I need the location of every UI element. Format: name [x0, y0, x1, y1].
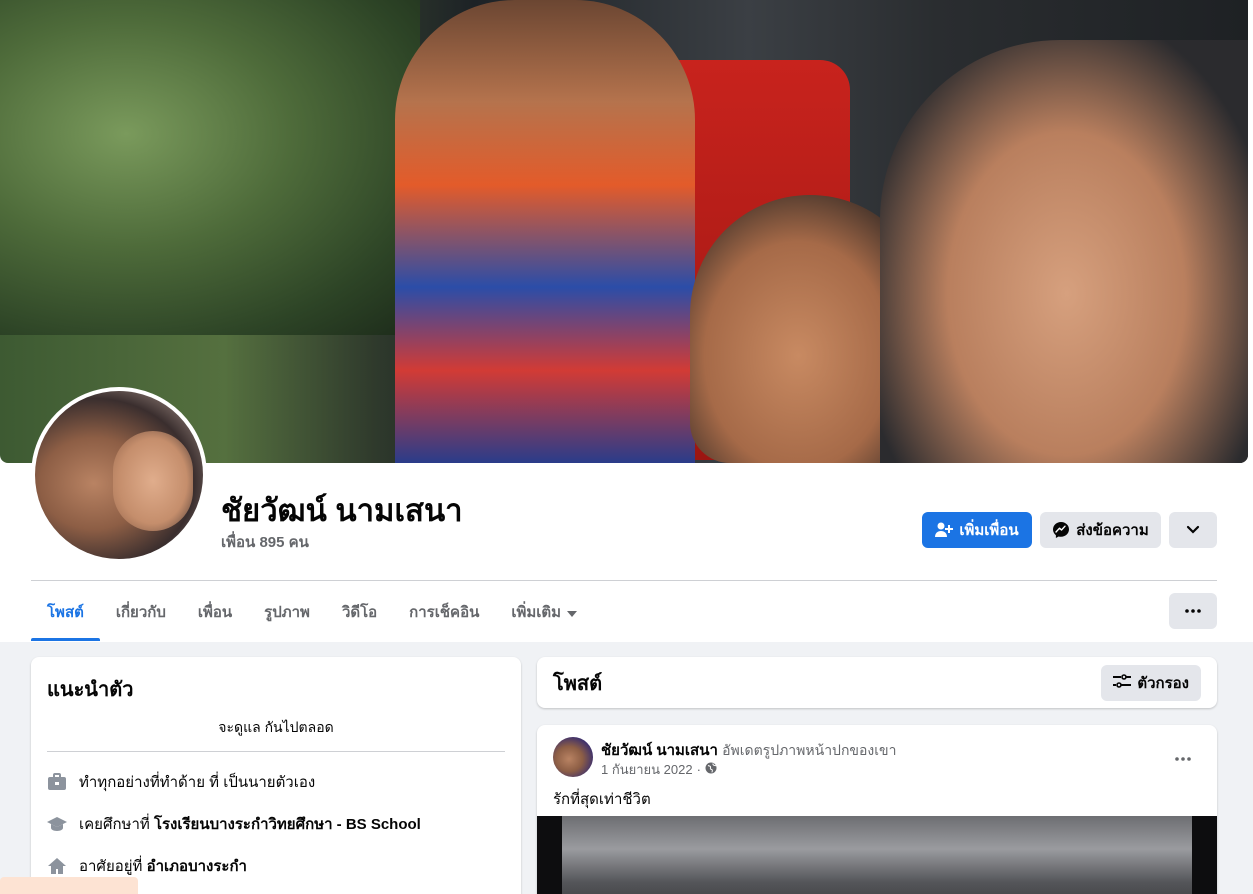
- tab-friends[interactable]: เพื่อน: [182, 583, 248, 641]
- add-friend-button[interactable]: เพิ่มเพื่อน: [922, 512, 1032, 548]
- tab-friends-label: เพื่อน: [197, 604, 233, 621]
- message-button[interactable]: ส่งข้อความ: [1040, 512, 1161, 548]
- filter-label: ตัวกรอง: [1137, 674, 1189, 692]
- intro-education-row: เคยศึกษาที่ โรงเรียนบางระกำวิทยศึกษา - B…: [47, 812, 505, 836]
- chat-popup-edge[interactable]: [0, 877, 138, 894]
- intro-lives-row: อาศัยอยู่ที่ อำเภอบางระกำ: [47, 854, 505, 878]
- intro-title: แนะนำตัว: [47, 679, 134, 701]
- tab-photos[interactable]: รูปภาพ: [248, 583, 326, 641]
- post-author-name[interactable]: ชัยวัฒน์ นามเสนา: [601, 742, 718, 759]
- tab-checkins-label: การเช็คอิน: [409, 604, 480, 621]
- intro-lives-text: อาศัยอยู่ที่ อำเภอบางระกำ: [79, 854, 247, 878]
- intro-work-row: ทำทุกอย่างที่ทำด้าย ที่ เป็นนายตัวเอง: [47, 770, 505, 794]
- profile-avatar[interactable]: [31, 387, 207, 563]
- cover-child-standing: [395, 0, 695, 463]
- intro-lives-prefix: อาศัยอยู่ที่: [79, 858, 143, 875]
- profile-tabs: โพสต์ เกี่ยวกับ เพื่อน รูปภาพ วิดีโอ การ…: [31, 583, 593, 641]
- graduation-cap-icon: [47, 814, 67, 834]
- home-icon: [47, 856, 67, 876]
- posts-title: โพสต์: [553, 672, 603, 695]
- tab-videos[interactable]: วิดีโอ: [326, 583, 393, 641]
- more-options-button[interactable]: [1169, 512, 1217, 548]
- post-menu-button[interactable]: [1165, 739, 1201, 775]
- profile-header: ชัยวัฒน์ นามเสนา เพื่อน 895 คน เพิ่มเพื่…: [0, 0, 1253, 642]
- add-friend-label: เพิ่มเพื่อน: [959, 522, 1019, 539]
- globe-icon: [705, 762, 717, 777]
- cover-window-scene: [0, 0, 420, 335]
- intro-bio: จะดูแล กันไปตลอด: [47, 717, 505, 752]
- tabs-more-button[interactable]: [1169, 593, 1217, 629]
- post-author-avatar[interactable]: [553, 737, 593, 777]
- cover-man-face: [880, 40, 1248, 463]
- tab-posts[interactable]: โพสต์: [31, 583, 100, 641]
- post-action-text: อัพเดตรูปภาพหน้าปกของเขา: [722, 742, 897, 758]
- intro-education-school[interactable]: โรงเรียนบางระกำวิทยศึกษา - BS School: [154, 816, 421, 833]
- filter-button[interactable]: ตัวกรอง: [1101, 664, 1201, 701]
- post-meta: 1 กันยายน 2022 ·: [601, 759, 717, 780]
- cover-photo[interactable]: [0, 0, 1248, 463]
- tab-videos-label: วิดีโอ: [341, 604, 378, 621]
- intro-education-prefix: เคยศึกษาที่: [79, 816, 150, 833]
- header-divider: [31, 580, 1217, 581]
- caret-down-icon: [567, 604, 578, 621]
- friend-count[interactable]: เพื่อน 895 คน: [221, 530, 309, 554]
- intro-education-text: เคยศึกษาที่ โรงเรียนบางระกำวิทยศึกษา - B…: [79, 812, 421, 836]
- profile-avatar-photo: [35, 391, 203, 559]
- filter-icon: [1113, 673, 1132, 692]
- post-image[interactable]: [537, 816, 1217, 894]
- profile-name: ชัยวัฒน์ นามเสนา: [221, 493, 463, 528]
- tab-about[interactable]: เกี่ยวกับ: [100, 583, 182, 641]
- intro-lives-place[interactable]: อำเภอบางระกำ: [147, 858, 247, 875]
- tab-more-label: เพิ่มเติม: [511, 604, 562, 621]
- post-image-photo: [562, 816, 1192, 894]
- posts-header-card: โพสต์ ตัวกรอง: [537, 657, 1217, 708]
- tab-about-label: เกี่ยวกับ: [115, 604, 166, 621]
- post-date[interactable]: 1 กันยายน 2022: [601, 759, 693, 780]
- chevron-down-icon: [1186, 525, 1200, 535]
- message-label: ส่งข้อความ: [1076, 522, 1149, 539]
- post-card: ชัยวัฒน์ นามเสนา อัพเดตรูปภาพหน้าปกของเข…: [537, 725, 1217, 894]
- ellipsis-icon: [1175, 748, 1191, 766]
- intro-work-text: ทำทุกอย่างที่ทำด้าย ที่ เป็นนายตัวเอง: [79, 774, 316, 791]
- post-text: รักที่สุดเท่าชีวิต: [553, 791, 651, 808]
- add-person-icon: [935, 522, 954, 538]
- intro-card: แนะนำตัว จะดูแล กันไปตลอด ทำทุกอย่างที่ท…: [31, 657, 521, 894]
- tab-checkins[interactable]: การเช็คอิน: [393, 583, 495, 641]
- messenger-icon: [1052, 521, 1070, 539]
- tab-posts-label: โพสต์: [47, 604, 84, 621]
- briefcase-icon: [47, 772, 67, 792]
- post-meta-separator: ·: [696, 762, 701, 777]
- tab-more[interactable]: เพิ่มเติม: [495, 583, 593, 641]
- ellipsis-icon: [1185, 609, 1201, 613]
- tab-photos-label: รูปภาพ: [264, 604, 310, 621]
